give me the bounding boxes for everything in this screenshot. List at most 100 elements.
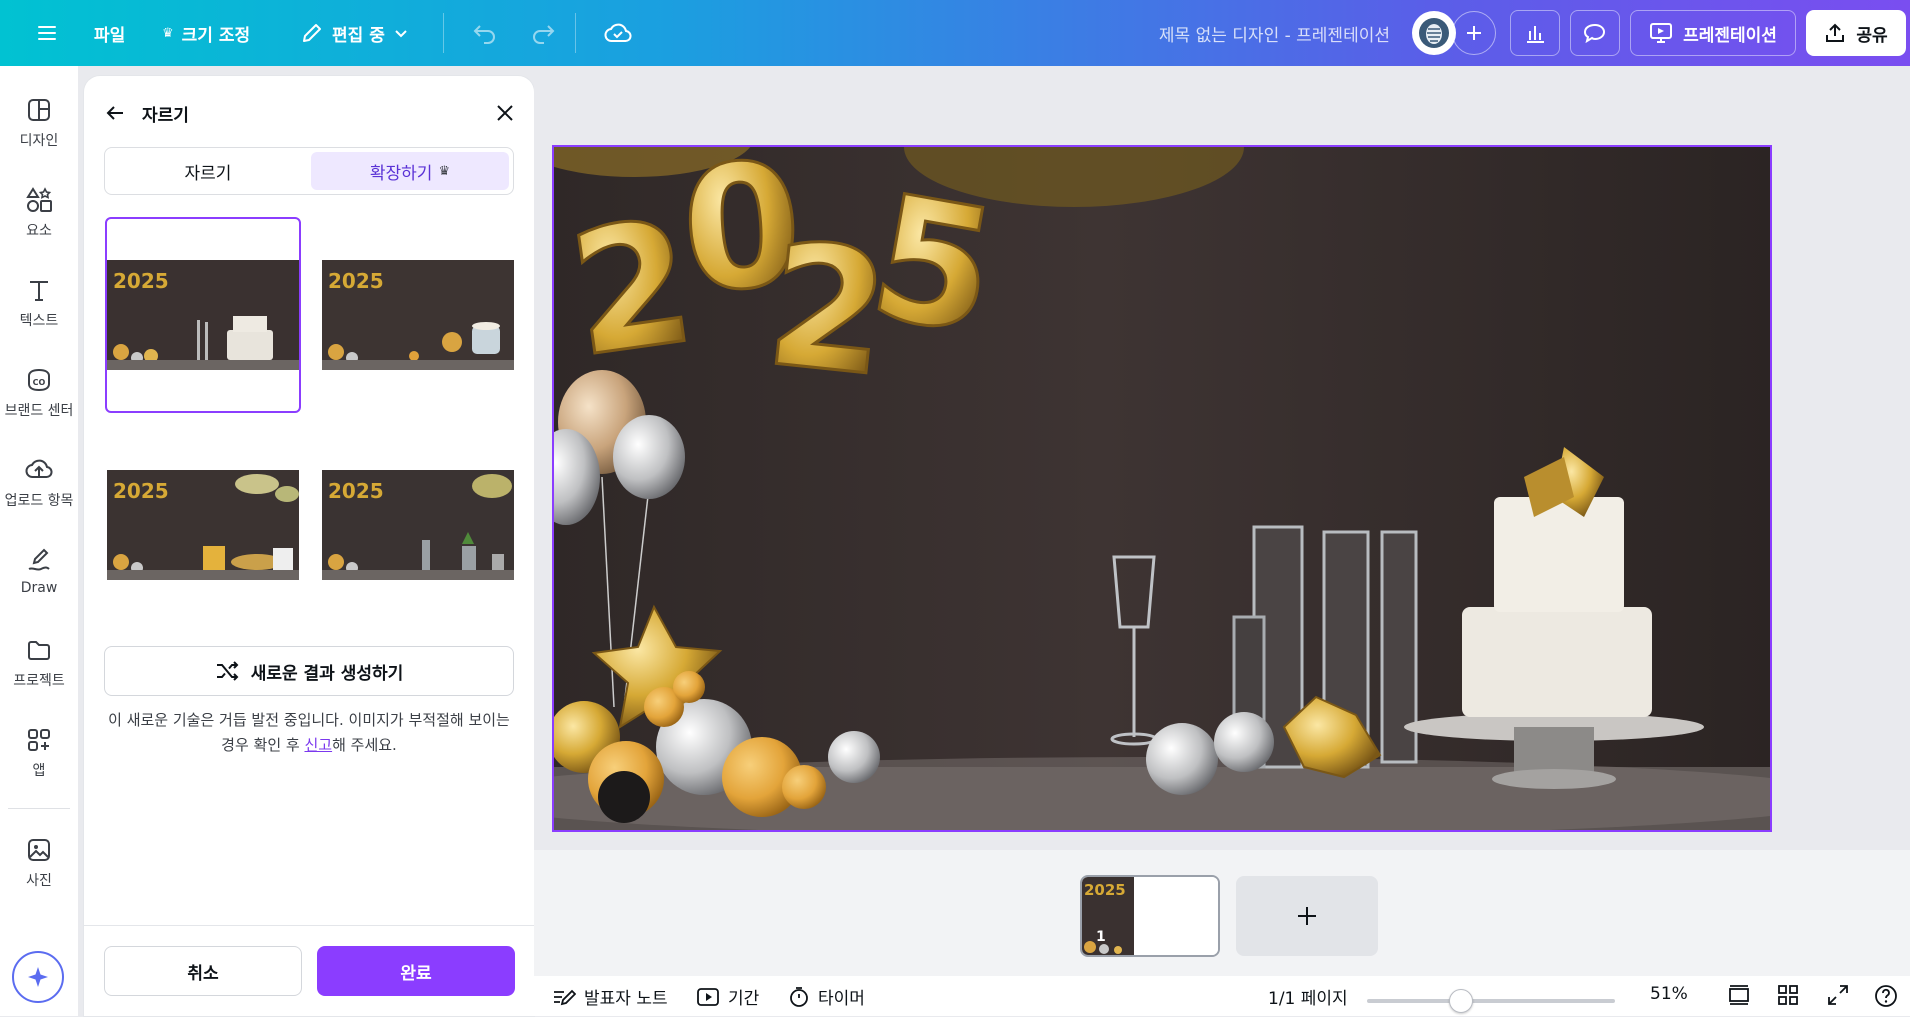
brand-icon: CO bbox=[28, 368, 50, 392]
generate-new-results-button[interactable]: 새로운 결과 생성하기 bbox=[104, 646, 514, 696]
pinecone-avatar-icon bbox=[1419, 18, 1449, 48]
bottom-bar: 발표자 노트 기간 타이머 1/1 페이지 51% bbox=[534, 976, 1910, 1016]
duration-button[interactable]: 기간 bbox=[696, 984, 759, 1009]
rail-divider bbox=[8, 808, 70, 809]
pages-view-icon bbox=[1729, 985, 1749, 1005]
thumbnail-grid-button[interactable] bbox=[1777, 984, 1799, 1006]
zoom-slider[interactable] bbox=[1367, 999, 1615, 1003]
toolbar-divider-2 bbox=[575, 13, 576, 53]
expand-result-1[interactable]: 2025 bbox=[105, 217, 301, 413]
panel-header: 자르기 bbox=[104, 98, 516, 128]
present-icon bbox=[1650, 23, 1673, 43]
party-photo: 2 0 2 5 bbox=[554, 147, 1770, 830]
svg-text:2025: 2025 bbox=[1084, 881, 1126, 899]
note-text-end: 해 주세요. bbox=[332, 736, 397, 754]
canvas-image[interactable]: 2 0 2 5 bbox=[552, 145, 1772, 832]
page-number: 1 bbox=[1096, 929, 1106, 945]
tab-expand[interactable]: 확장하기 ♛ bbox=[311, 152, 509, 190]
rail-label: 업로드 항목 bbox=[4, 493, 74, 509]
rail-label: 디자인 bbox=[19, 133, 59, 149]
text-icon bbox=[30, 281, 48, 301]
add-page-button[interactable] bbox=[1236, 876, 1378, 956]
magic-assistant-button[interactable] bbox=[12, 951, 64, 1003]
rail-item-text[interactable]: 텍스트 bbox=[0, 276, 78, 330]
zoom-level[interactable]: 51% bbox=[1650, 984, 1688, 1004]
resize-button[interactable]: ♛ 크기 조정 bbox=[152, 11, 260, 55]
plus-icon bbox=[1467, 26, 1481, 40]
back-arrow-icon[interactable] bbox=[104, 102, 126, 124]
expand-result-2[interactable]: 2025 bbox=[320, 217, 516, 413]
speaker-notes-button[interactable]: 발표자 노트 bbox=[552, 984, 668, 1009]
cancel-button[interactable]: 취소 bbox=[104, 946, 302, 996]
crown-icon: ♛ bbox=[162, 25, 174, 41]
crown-icon: ♛ bbox=[438, 163, 451, 179]
rail-item-apps[interactable]: 앱 bbox=[0, 726, 78, 780]
layout-icon bbox=[28, 99, 50, 121]
help-button[interactable] bbox=[1874, 984, 1898, 1008]
svg-text:CO: CO bbox=[33, 378, 46, 387]
rail-label: 브랜드 센터 bbox=[4, 403, 74, 419]
report-link[interactable]: 신고 bbox=[304, 736, 332, 754]
redo-icon bbox=[533, 25, 555, 44]
fullscreen-button[interactable] bbox=[1827, 984, 1849, 1006]
done-button[interactable]: 완료 bbox=[317, 946, 515, 996]
folder-icon bbox=[28, 641, 50, 660]
file-menu[interactable]: 파일 bbox=[84, 11, 135, 55]
timer-button[interactable]: 타이머 bbox=[788, 984, 865, 1009]
svg-text:2025: 2025 bbox=[113, 479, 169, 503]
rail-item-projects[interactable]: 프로젝트 bbox=[0, 636, 78, 690]
rail-item-design[interactable]: 디자인 bbox=[0, 96, 78, 150]
panel-title: 자르기 bbox=[142, 105, 189, 126]
svg-text:2025: 2025 bbox=[328, 479, 384, 503]
duration-label: 기간 bbox=[728, 989, 760, 1009]
beta-notice: 이 새로운 기술은 거듭 발전 중입니다. 이미지가 부적절해 보이는 경우 확… bbox=[104, 708, 514, 758]
svg-text:2025: 2025 bbox=[113, 269, 169, 293]
invite-button[interactable] bbox=[1452, 11, 1496, 55]
page-indicator[interactable]: 1/1 페이지 bbox=[1268, 984, 1348, 1009]
tab-crop[interactable]: 자르기 bbox=[109, 152, 307, 190]
rail-label: 앱 bbox=[32, 763, 46, 779]
tab-expand-label: 확장하기 bbox=[369, 163, 433, 184]
rail-label: 사진 bbox=[26, 873, 52, 889]
insights-button[interactable] bbox=[1510, 10, 1560, 56]
rail-item-draw[interactable]: Draw bbox=[0, 546, 78, 596]
rail-item-elements[interactable]: 요소 bbox=[0, 186, 78, 240]
rail-item-uploads[interactable]: 업로드 항목 bbox=[0, 456, 78, 510]
grid-view-toggle[interactable] bbox=[1727, 984, 1751, 1006]
upload-icon bbox=[25, 459, 53, 478]
draw-icon bbox=[28, 548, 50, 571]
play-screen-icon bbox=[697, 987, 719, 1006]
cloud-save-status[interactable] bbox=[594, 11, 642, 55]
menu-button[interactable] bbox=[26, 11, 68, 55]
document-title[interactable]: 제목 없는 디자인 - 프레젠테이션 bbox=[1100, 21, 1390, 46]
undo-icon bbox=[473, 25, 495, 44]
share-button[interactable]: 공유 bbox=[1806, 10, 1906, 56]
chevron-down-icon bbox=[395, 30, 407, 38]
rail-item-photos[interactable]: 사진 bbox=[0, 836, 78, 890]
present-button[interactable]: 프레젠테이션 bbox=[1630, 10, 1796, 56]
editing-mode-button[interactable]: 편집 중 bbox=[290, 11, 419, 55]
undo-button[interactable] bbox=[462, 11, 508, 55]
shuffle-icon bbox=[216, 661, 239, 681]
expand-result-3[interactable]: 2025 bbox=[105, 427, 301, 623]
stopwatch-icon bbox=[790, 986, 808, 1007]
photo-icon bbox=[28, 839, 50, 861]
rail-item-brand[interactable]: CO 브랜드 센터 bbox=[0, 366, 78, 420]
close-icon[interactable] bbox=[494, 102, 516, 124]
timer-label: 타이머 bbox=[818, 989, 865, 1009]
top-bar: 파일 ♛ 크기 조정 편집 중 제목 없는 디자인 - 프레젠테이션 프레젠테이… bbox=[0, 0, 1910, 66]
resize-label: 크기 조정 bbox=[181, 25, 251, 46]
svg-text:2025: 2025 bbox=[328, 269, 384, 293]
plus-icon bbox=[1298, 907, 1316, 925]
avatar[interactable] bbox=[1412, 11, 1456, 55]
share-upload-icon bbox=[1826, 23, 1845, 42]
present-label: 프레젠테이션 bbox=[1683, 25, 1777, 46]
notes-pencil-icon bbox=[554, 989, 576, 1005]
comments-button[interactable] bbox=[1570, 10, 1620, 56]
page-thumbnail-1[interactable]: 2025 1 bbox=[1080, 875, 1220, 957]
help-icon bbox=[1875, 985, 1897, 1007]
crop-mode-toggle: 자르기 확장하기 ♛ bbox=[104, 147, 514, 195]
redo-button[interactable] bbox=[520, 11, 566, 55]
bar-chart-icon bbox=[1527, 26, 1544, 43]
expand-result-4[interactable]: 2025 bbox=[320, 427, 516, 623]
